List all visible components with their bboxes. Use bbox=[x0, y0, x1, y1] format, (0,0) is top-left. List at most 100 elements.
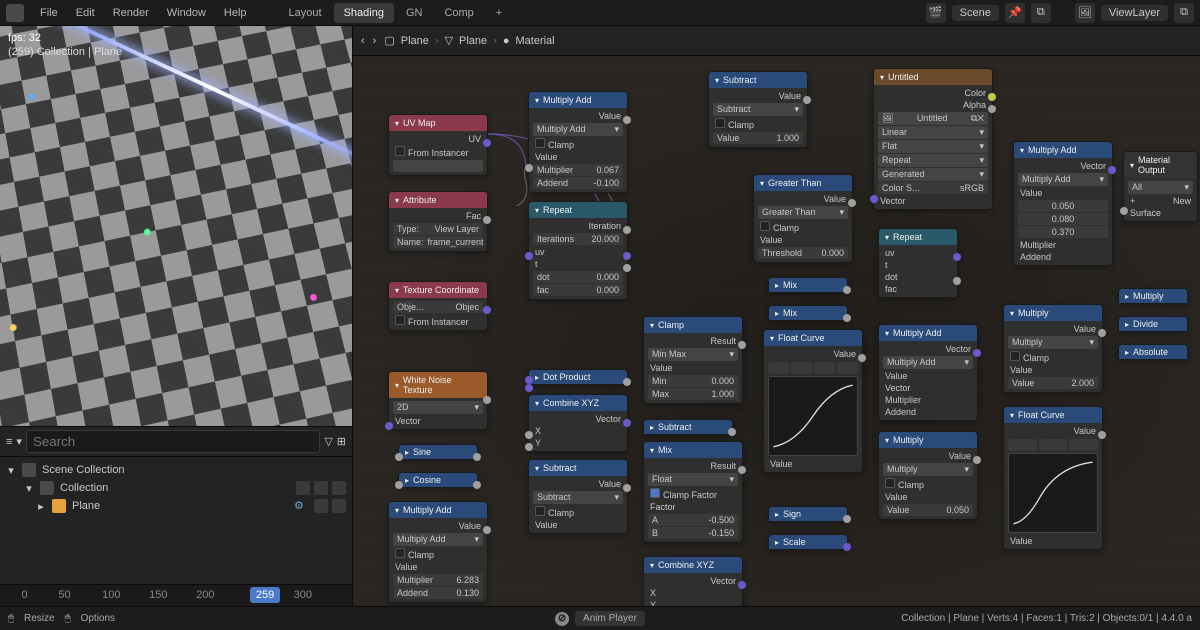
node-uv-map[interactable]: ▾UV Map UV From Instancer bbox=[388, 114, 488, 176]
outliner-display-mode-icon[interactable]: ≡ bbox=[6, 436, 12, 448]
node-editor-header: ‹ › ▢ Plane › ▽ Plane › ● Material bbox=[353, 26, 1200, 56]
copy-viewlayer-icon[interactable]: ⧉ bbox=[1174, 3, 1194, 23]
top-menu-bar: File Edit Render Window Help Layout Shad… bbox=[0, 0, 1200, 26]
outliner-view-icon[interactable]: ▾ bbox=[16, 435, 22, 448]
workspace-tab-comp[interactable]: Comp bbox=[434, 3, 483, 23]
camera-icon[interactable] bbox=[332, 499, 346, 513]
menu-help[interactable]: Help bbox=[216, 3, 255, 23]
menu-file[interactable]: File bbox=[32, 3, 66, 23]
viewlayer-selector[interactable]: ViewLayer bbox=[1101, 5, 1168, 21]
timeline-tick: 100 bbox=[102, 589, 120, 601]
timeline-playhead[interactable]: 259 bbox=[250, 587, 280, 603]
node-multiply-add-top[interactable]: ▾Multiply Add Vector Multiply Add▾ Value… bbox=[1013, 141, 1113, 266]
node-image-texture[interactable]: ▾Untitled Color Alpha 🖼Untitled⧉✕ Linear… bbox=[873, 68, 993, 210]
node-subtract-2[interactable]: ▸Subtract bbox=[643, 419, 733, 435]
workspace-tab-shading[interactable]: Shading bbox=[334, 3, 394, 23]
node-subtract-vec[interactable]: ▾Subtract Value Subtract▾ Clamp Value bbox=[528, 459, 628, 534]
workspace-tab-layout[interactable]: Layout bbox=[279, 3, 332, 23]
node-multiply-add-2[interactable]: ▾Multiply Add Value Multiply Add▾ Clamp … bbox=[388, 501, 488, 603]
material-icon: ● bbox=[503, 35, 510, 47]
outliner-search-input[interactable] bbox=[26, 430, 320, 453]
outliner-row-scene-collection[interactable]: ▾ Scene Collection bbox=[6, 461, 346, 479]
node-subtract-top[interactable]: ▾Subtract Value Subtract▾ Clamp Value1.0… bbox=[708, 71, 808, 148]
node-combine-xyz-1[interactable]: ▾Combine XYZ Vector X Y bbox=[528, 394, 628, 452]
timeline-tick: 200 bbox=[196, 589, 214, 601]
checkbox-icon[interactable] bbox=[296, 481, 310, 495]
expand-icon[interactable]: ▾ bbox=[6, 464, 16, 477]
node-divide-collapsed[interactable]: ▸Divide bbox=[1118, 316, 1188, 332]
expand-icon[interactable]: ▾ bbox=[24, 482, 34, 495]
viewlayer-icon[interactable]: 🖼 bbox=[1075, 3, 1095, 23]
node-multiply-add-3[interactable]: ▾Multiply Add Vector Multiply Add▾ Value… bbox=[878, 324, 978, 421]
curve-widget[interactable] bbox=[768, 376, 858, 456]
anim-player-status: Anim Player bbox=[575, 611, 645, 626]
scene-icon[interactable]: 🎬 bbox=[926, 3, 946, 23]
node-texture-coordinate[interactable]: ▾Texture Coordinate Obje...Objec From In… bbox=[388, 281, 488, 331]
node-float-curve-2[interactable]: ▾Float Curve Value Value bbox=[1003, 406, 1103, 550]
node-clamp[interactable]: ▾Clamp Result Min Max▾ Value Min0.000 Ma… bbox=[643, 316, 743, 404]
curve-widget[interactable] bbox=[1008, 453, 1098, 533]
node-multiply-2[interactable]: ▾Multiply Value Multiply▾ Clamp Value Va… bbox=[1003, 304, 1103, 393]
mouse-icon: 🖱 bbox=[8, 613, 14, 624]
pin-icon[interactable]: 📌 bbox=[1005, 3, 1025, 23]
node-mix-collapsed-2[interactable]: ▸Mix bbox=[768, 305, 848, 321]
viewport-render-preview bbox=[0, 26, 352, 426]
expand-icon[interactable]: ▸ bbox=[36, 500, 46, 513]
timeline-tick: 300 bbox=[294, 589, 312, 601]
node-attribute[interactable]: ▾Attribute Fac Type:View Layer Name:fram… bbox=[388, 191, 488, 252]
node-dot-product[interactable]: ▸Dot Product bbox=[528, 369, 628, 385]
status-bar: 🖱 Resize 🖱 Options ⊘ Anim Player Collect… bbox=[0, 606, 1200, 630]
timeline-tick: 0 bbox=[21, 589, 27, 601]
scene-selector[interactable]: Scene bbox=[952, 5, 999, 21]
node-mix-collapsed-1[interactable]: ▸Mix bbox=[768, 277, 848, 293]
node-repeat[interactable]: ▾Repeat Iteration Iterations20.000 uv t … bbox=[528, 201, 628, 300]
node-white-noise-texture[interactable]: ▾White Noise Texture 2D▾ Vector bbox=[388, 371, 488, 430]
left-pane: fps: 32 (259) Collection | Plane ≡ ▾ ▽ ⊞… bbox=[0, 26, 353, 614]
node-breadcrumb: ▢ Plane › ▽ Plane › ● Material bbox=[384, 34, 554, 47]
outliner-filter-icon[interactable]: ▽ bbox=[324, 435, 332, 448]
viewport-overlay-text: fps: 32 (259) Collection | Plane bbox=[8, 32, 122, 58]
copy-scene-icon[interactable]: ⧉ bbox=[1031, 3, 1051, 23]
node-float-curve-1[interactable]: ▾Float Curve Value Value bbox=[763, 329, 863, 473]
blender-logo-icon[interactable] bbox=[6, 4, 24, 22]
dimensions-select[interactable]: 2D▾ bbox=[393, 401, 483, 414]
status-resize: Resize bbox=[24, 613, 55, 624]
node-multiply-math[interactable]: ▾Multiply Value Multiply▾ Clamp Value Va… bbox=[878, 431, 978, 520]
shader-node-editor: ‹ › ▢ Plane › ▽ Plane › ● Material bbox=[353, 26, 1200, 614]
node-greater-than[interactable]: ▾Greater Than Value Greater Than▾ Clamp … bbox=[753, 174, 853, 263]
outliner-tree: ▾ Scene Collection ▾ Collection bbox=[0, 457, 352, 519]
outliner-new-collection-icon[interactable]: ⊞ bbox=[337, 435, 346, 448]
nav-forward-icon[interactable]: › bbox=[373, 35, 377, 47]
menu-render[interactable]: Render bbox=[105, 3, 157, 23]
eye-icon[interactable] bbox=[314, 481, 328, 495]
node-cosine[interactable]: ▸Cosine bbox=[398, 472, 478, 488]
outliner-row-collection[interactable]: ▾ Collection bbox=[6, 479, 346, 497]
outliner-toolbar: ≡ ▾ ▽ ⊞ bbox=[0, 427, 352, 457]
modifier-icon[interactable]: ⚙ bbox=[294, 499, 308, 513]
node-mix[interactable]: ▾Mix Result Float▾ Clamp Factor Factor A… bbox=[643, 441, 743, 543]
camera-icon[interactable] bbox=[332, 481, 346, 495]
node-sign[interactable]: ▸Sign bbox=[768, 506, 848, 522]
node-sine[interactable]: ▸Sine bbox=[398, 444, 478, 460]
3d-viewport[interactable]: fps: 32 (259) Collection | Plane bbox=[0, 26, 352, 426]
collection-icon bbox=[40, 481, 54, 495]
node-canvas[interactable]: ▾UV Map UV From Instancer ▾Attribute Fac… bbox=[353, 56, 1200, 614]
workspace-add-button[interactable]: + bbox=[486, 3, 512, 23]
node-absolute-collapsed[interactable]: ▸Absolute bbox=[1118, 344, 1188, 360]
nav-back-icon[interactable]: ‹ bbox=[361, 35, 365, 47]
node-multiply-collapsed[interactable]: ▸Multiply bbox=[1118, 288, 1188, 304]
node-repeat-out[interactable]: ▾Repeat uv t dot fac bbox=[878, 228, 958, 298]
node-multiply-add-1[interactable]: ▾Multiply Add Value Multiply Add▾ Clamp … bbox=[528, 91, 628, 193]
menu-window[interactable]: Window bbox=[159, 3, 214, 23]
stop-icon[interactable]: ⊘ bbox=[555, 612, 569, 626]
menu-edit[interactable]: Edit bbox=[68, 3, 103, 23]
workspace-tab-gn[interactable]: GN bbox=[396, 3, 433, 23]
node-material-output[interactable]: ▾Material Output All▾ +New Surface bbox=[1123, 151, 1198, 222]
timeline-tick: 150 bbox=[149, 589, 167, 601]
uv-selector[interactable] bbox=[393, 160, 483, 172]
node-scale[interactable]: ▸Scale bbox=[768, 534, 848, 550]
image-datablock[interactable]: 🖼Untitled⧉✕ bbox=[878, 112, 988, 125]
outliner-row-plane[interactable]: ▸ Plane ⚙ bbox=[6, 497, 346, 515]
eye-icon[interactable] bbox=[314, 499, 328, 513]
outliner-panel: ≡ ▾ ▽ ⊞ ▾ Scene Collection ▾ Collection bbox=[0, 426, 352, 584]
